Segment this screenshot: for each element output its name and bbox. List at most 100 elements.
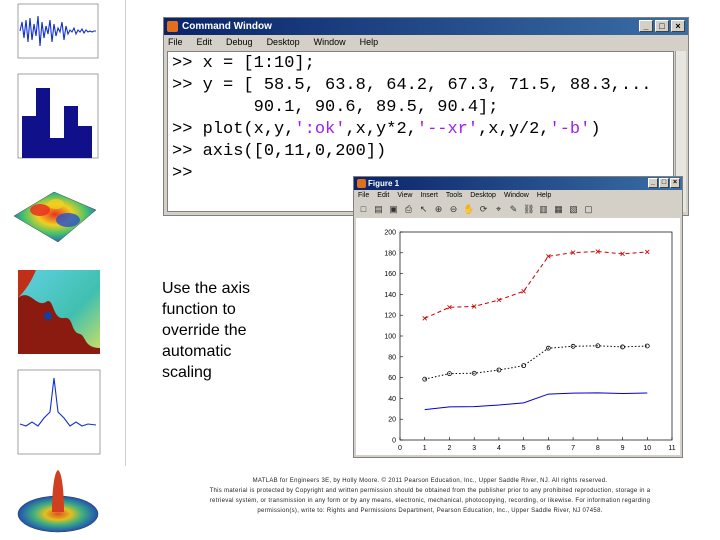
x-tick-label: 2 [448, 445, 452, 452]
legend-icon[interactable]: ▦ [553, 204, 564, 215]
zoom-in-icon[interactable]: ⊕ [433, 204, 444, 215]
footer-line: retrieval system, or transmission in any… [209, 498, 651, 504]
y-tick-label: 0 [392, 438, 396, 445]
y-tick-label: 140 [384, 292, 396, 299]
thumbnail-fractal-image [6, 268, 102, 360]
figure-icon [357, 179, 366, 188]
maximize-button[interactable]: □ [659, 178, 669, 188]
prompt: >> [172, 142, 193, 161]
pan-icon[interactable]: ✋ [463, 204, 474, 215]
figure-window-controls: _ □ × [648, 178, 680, 188]
footer-line: MATLAB for Engineers 3E, by Holly Moore.… [252, 478, 608, 484]
rotate-icon[interactable]: ⟳ [478, 204, 489, 215]
prompt: >> [172, 54, 193, 73]
figure-window-title: Figure 1 [368, 179, 400, 188]
menu-window[interactable]: Window [504, 190, 529, 202]
menu-debug[interactable]: Debug [226, 35, 253, 50]
pointer-icon[interactable]: ↖ [418, 204, 429, 215]
menu-desktop[interactable]: Desktop [470, 190, 496, 202]
y-tick-label: 200 [384, 230, 396, 237]
line-chart: 0 1 2 3 4 5 6 7 8 9 10 11 0 20 40 60 80 100 120 140 160 180 20… [384, 230, 675, 453]
command-text: plot(x,y, [202, 120, 295, 139]
footer-line: This material is protected by Copyright … [209, 488, 651, 494]
prompt: >> [172, 76, 193, 95]
grid-icon[interactable]: ▧ [568, 204, 579, 215]
menu-edit[interactable]: Edit [197, 35, 213, 50]
new-icon[interactable]: □ [358, 204, 369, 215]
minimize-button[interactable]: _ [648, 178, 658, 188]
x-tick-label: 0 [398, 445, 402, 452]
figure-window[interactable]: Figure 1 _ □ × File Edit View Insert Too… [353, 176, 683, 458]
caption-line: function to [162, 301, 236, 318]
y-tick-label: 20 [388, 417, 396, 424]
command-text: x = [1:10]; [202, 54, 315, 73]
thumbnail-sombrero-surface [6, 462, 102, 538]
command-window-menubar: File Edit Debug Desktop Window Help [164, 35, 688, 50]
figure-window-titlebar[interactable]: Figure 1 _ □ × [354, 177, 682, 190]
figure-canvas[interactable]: 0 1 2 3 4 5 6 7 8 9 10 11 0 20 40 60 80 100 120 140 160 180 20… [356, 218, 680, 455]
menu-edit[interactable]: Edit [377, 190, 389, 202]
matlab-logo-icon [167, 21, 178, 32]
minimize-button[interactable]: _ [639, 20, 653, 32]
colorbar-icon[interactable]: ▥ [538, 204, 549, 215]
thumbnail-strip [0, 0, 118, 540]
command-line: >> x = [1:10]; [172, 54, 315, 74]
x-tick-label: 1 [423, 445, 427, 452]
caption-line: Use the axis [162, 280, 251, 297]
plot-tools-icon[interactable]: ▢ [583, 204, 594, 215]
y-tick-label: 40 [388, 396, 396, 403]
menu-insert[interactable]: Insert [420, 190, 438, 202]
brush-icon[interactable]: ✎ [508, 204, 519, 215]
thumbnail-bar-chart [6, 66, 102, 166]
command-window-title: Command Window [182, 21, 272, 32]
datacursor-icon[interactable]: ⌖ [493, 204, 504, 215]
caption-line: scaling [162, 364, 212, 381]
menu-tools[interactable]: Tools [446, 190, 462, 202]
menu-view[interactable]: View [397, 190, 412, 202]
menu-file[interactable]: File [358, 190, 369, 202]
open-icon[interactable]: ▤ [373, 204, 384, 215]
string-literal: ':ok' [294, 120, 346, 139]
copyright-footer: MATLAB for Engineers 3E, by Holly Moore.… [190, 476, 670, 516]
command-line: >> axis([0,11,0,200]) [172, 142, 386, 162]
axes-box [399, 231, 673, 441]
command-text: y = [ 58.5, 63.8, 64.2, 67.3, 71.5, 88.3… [202, 76, 652, 95]
x-tick-label: 3 [472, 445, 476, 452]
maximize-button[interactable]: □ [655, 20, 669, 32]
y-tick-label: 60 [388, 375, 396, 382]
menu-window[interactable]: Window [314, 35, 346, 50]
x-tick-label: 11 [668, 445, 675, 452]
y-tick-label: 160 [384, 271, 396, 278]
thumbnail-sinc-plot [6, 368, 102, 460]
menu-help[interactable]: Help [537, 190, 551, 202]
x-tick-label: 9 [621, 445, 625, 452]
y-tick-label: 80 [388, 354, 396, 361]
zoom-out-icon[interactable]: ⊖ [448, 204, 459, 215]
y-tick-label: 100 [384, 334, 396, 341]
link-icon[interactable]: ⛓ [523, 204, 534, 215]
x-tick-label: 4 [497, 445, 501, 452]
command-text: axis([0,11,0,200]) [202, 142, 387, 161]
command-window-titlebar[interactable]: Command Window _ □ × [164, 18, 688, 35]
x-tick-label: 5 [522, 445, 526, 452]
menu-desktop[interactable]: Desktop [267, 35, 300, 50]
window-controls: _ □ × [639, 20, 685, 32]
thumbnail-signal-plot [6, 2, 102, 64]
command-line-active[interactable]: >> [172, 164, 192, 184]
close-button[interactable]: × [670, 178, 680, 188]
thumbnail-surface-plot [6, 170, 102, 258]
print-icon[interactable]: ⎙ [403, 204, 414, 215]
string-literal: '--xr' [416, 120, 479, 139]
close-button[interactable]: × [671, 20, 685, 32]
command-text: ,x,y*2, [345, 120, 417, 139]
y-tick-label: 180 [384, 250, 396, 257]
command-line: >> plot(x,y,':ok',x,y*2,'--xr',x,y/2,'-b… [172, 120, 601, 140]
x-tick-label: 7 [571, 445, 575, 452]
prompt: >> [172, 120, 193, 139]
save-icon[interactable]: ▣ [388, 204, 399, 215]
figure-menubar: File Edit View Insert Tools Desktop Wind… [354, 190, 682, 202]
y-tick-label: 120 [384, 313, 396, 320]
menu-help[interactable]: Help [360, 35, 379, 50]
menu-file[interactable]: File [168, 35, 183, 50]
footer-line: permission(s), write to: Rights and Perm… [257, 508, 603, 514]
